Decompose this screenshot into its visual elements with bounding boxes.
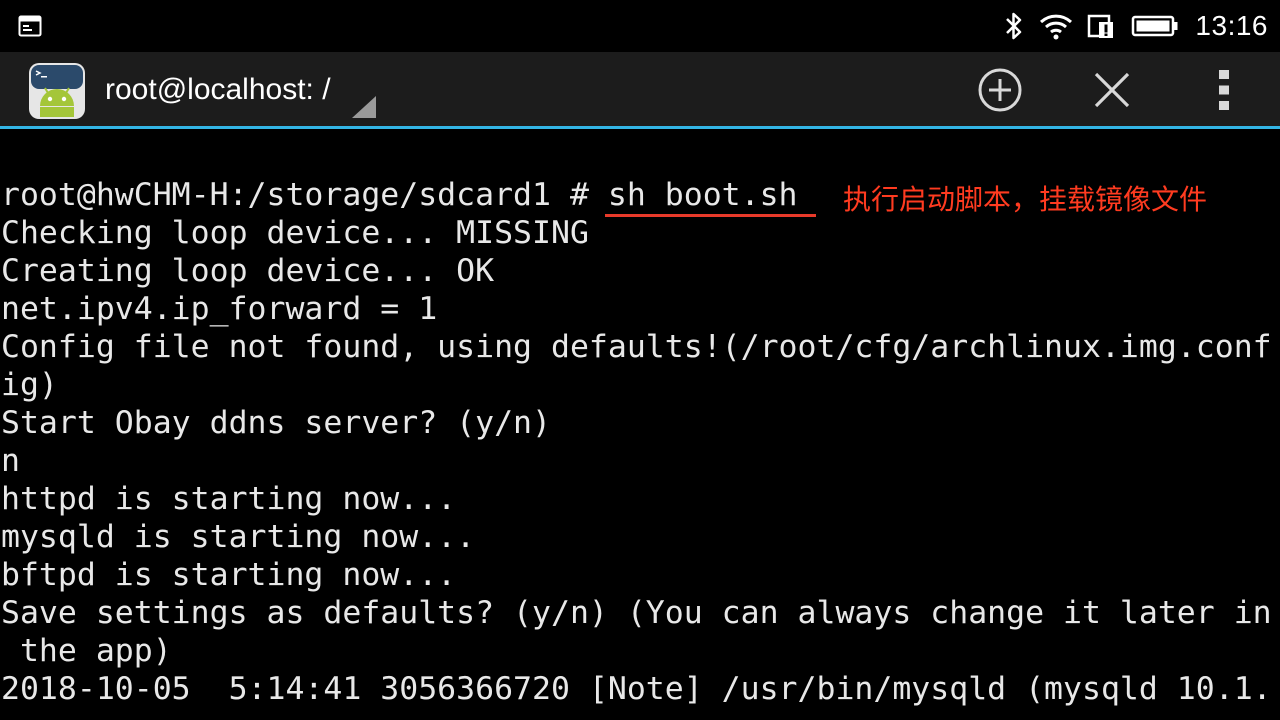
terminal-line: 2018-10-05 5:14:41 3056366720 [Note] /us… — [1, 671, 1272, 707]
more-vertical-icon — [1219, 70, 1229, 110]
terminal-line: httpd is starting now... — [1, 481, 457, 517]
terminal-line: Creating loop device... OK — [1, 253, 495, 289]
terminal-line: Checking loop device... MISSING — [1, 215, 589, 251]
android-terminal-app-icon[interactable] — [28, 62, 86, 120]
terminal-line: Save settings as defaults? (y/n) (You ca… — [1, 595, 1272, 631]
session-title[interactable]: root@localhost: / — [105, 73, 331, 107]
terminal-line: Config file not found, using defaults!(/… — [1, 329, 1272, 365]
terminal-line: root@hwCHM-H:/storage/sdcard1 # sh boot.… — [1, 177, 798, 213]
annotation-label: 执行启动脚本，挂载镜像文件 — [843, 183, 1208, 216]
data-alert-icon — [1088, 14, 1114, 38]
session-dropdown-indicator[interactable] — [352, 96, 376, 118]
terminal-line: mysqld is starting now... — [1, 519, 476, 555]
clock: 13:16 — [1195, 10, 1268, 41]
battery-icon — [1132, 15, 1178, 37]
status-icons: 13:16 — [1003, 0, 1268, 52]
terminal-line: bftpd is starting now... — [1, 557, 457, 593]
status-bar: 13:16 — [0, 0, 1280, 52]
overflow-menu-button[interactable] — [1196, 62, 1252, 118]
terminal-line: ig) — [1, 367, 58, 403]
command-highlight-underline — [605, 214, 816, 217]
terminal-line: Start Obay ddns server? (y/n) — [1, 405, 551, 441]
terminal-line: the app) — [1, 633, 172, 669]
terminal-notification-icon — [18, 15, 42, 37]
terminal-line: n — [1, 443, 20, 479]
terminal-line: net.ipv4.ip_forward = 1 — [1, 291, 438, 327]
wifi-icon — [1040, 14, 1073, 40]
add-session-button[interactable] — [972, 62, 1028, 118]
close-icon — [1094, 72, 1130, 108]
bluetooth-icon — [1006, 12, 1022, 40]
add-circle-icon — [978, 68, 1022, 112]
close-session-button[interactable] — [1084, 62, 1140, 118]
